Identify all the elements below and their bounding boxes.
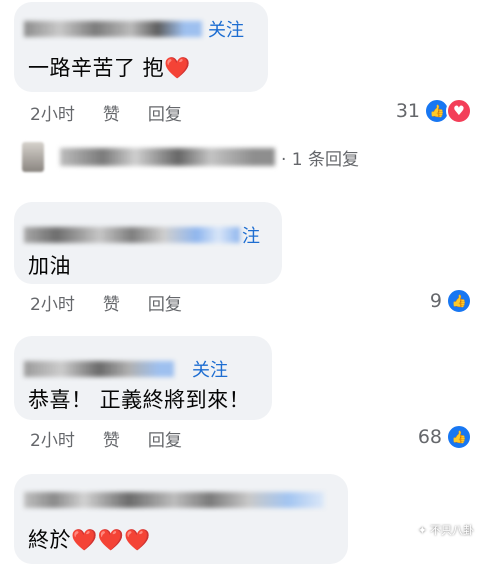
comment-3-reactions[interactable]: 68 👍 [418, 424, 472, 450]
comment-3-meta: 2小时 赞 回复 [30, 426, 182, 451]
follow-button[interactable]: 关注 [192, 356, 228, 382]
comment-4-text: 終於❤️❤️❤️ [28, 524, 151, 554]
wechat-logo-icon: ✦ [417, 523, 427, 537]
comment-1-text: 一路辛苦了 抱❤️ [28, 52, 191, 82]
reply-link[interactable]: 回复 [148, 290, 182, 315]
thumbs-up-icon: 👍 [446, 288, 472, 314]
heart-emoji: ❤️ [164, 56, 191, 80]
author-name-blurred [24, 492, 324, 508]
author-name-blurred [24, 21, 202, 37]
reply-avatar [22, 142, 44, 172]
timestamp: 2小时 [30, 431, 75, 451]
comment-1-meta: 2小时 赞 回复 [30, 100, 182, 125]
comment-1-author-row: 关注 [24, 16, 244, 42]
comment-2-text: 加油 [28, 254, 71, 278]
comment-text: 一路辛苦了 抱 [28, 56, 165, 80]
timestamp: 2小时 [30, 295, 75, 315]
reply-link[interactable]: 回复 [148, 100, 182, 125]
timestamp: 2小时 [30, 105, 75, 125]
follow-button[interactable]: 注 [242, 222, 260, 248]
comment-1-reactions[interactable]: 31 👍 ♥ [396, 98, 472, 124]
comment-2-meta: 2小时 赞 回复 [30, 290, 182, 315]
view-replies-link[interactable]: · 1 条回复 [281, 145, 359, 170]
reply-summary-row[interactable]: · 1 条回复 [22, 142, 359, 172]
follow-button[interactable]: 关注 [208, 16, 244, 42]
comment-4-author-row [24, 492, 324, 508]
reaction-count: 9 [429, 290, 442, 312]
reply-link[interactable]: 回复 [148, 426, 182, 451]
thumbs-up-icon: 👍 [446, 424, 472, 450]
watermark-text: 不只八卦 [430, 524, 474, 537]
like-link[interactable]: 赞 [103, 426, 120, 451]
author-name-blurred [24, 361, 174, 377]
comment-text: 終於 [28, 528, 71, 552]
reaction-count: 68 [417, 426, 442, 448]
comment-3-author-row: 关注 [24, 356, 228, 382]
like-link[interactable]: 赞 [103, 100, 120, 125]
hearts-emoji: ❤️❤️❤️ [71, 528, 151, 552]
reaction-count: 31 [395, 100, 420, 122]
comment-3-text: 恭喜！ 正義終將到來！ [28, 388, 251, 412]
reply-author-blurred [60, 148, 275, 166]
comment-2-reactions[interactable]: 9 👍 [430, 288, 472, 314]
heart-reaction-icon: ♥ [446, 98, 472, 124]
watermark: ✦ 不只八卦 [418, 522, 474, 538]
like-link[interactable]: 赞 [103, 290, 120, 315]
author-name-blurred [24, 227, 240, 243]
comment-2-author-row: 注 [24, 222, 260, 248]
